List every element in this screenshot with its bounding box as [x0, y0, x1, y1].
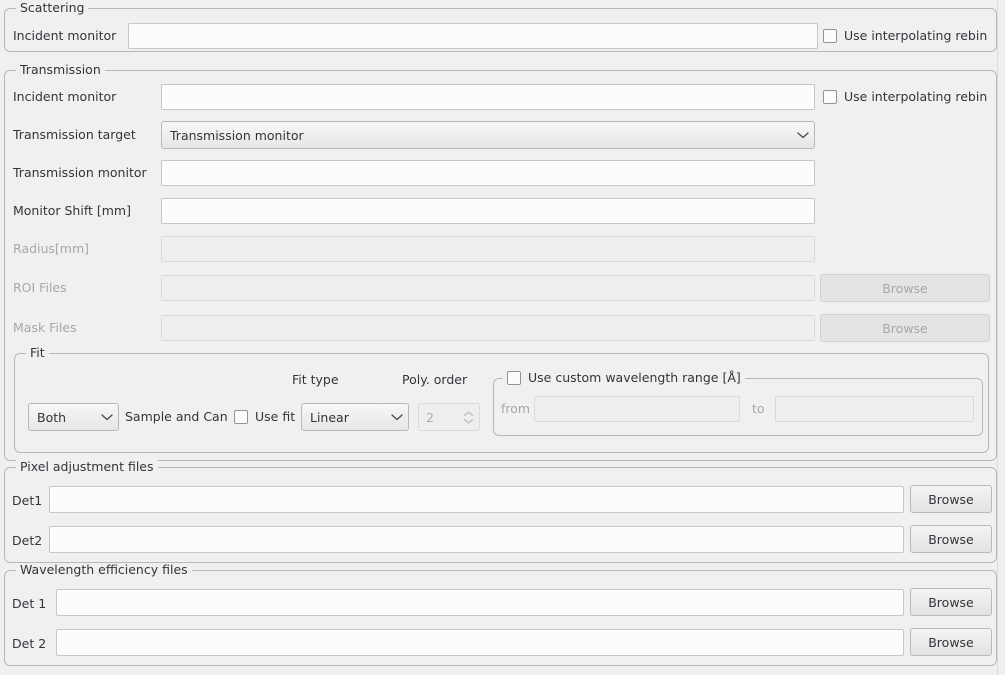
chevron-down-icon[interactable] — [96, 404, 118, 430]
scattering-group-title: Scattering — [16, 1, 88, 15]
scattering-incident-monitor-input[interactable] — [129, 24, 817, 48]
transmission-target-label: Transmission target — [13, 127, 136, 143]
browse-label: Browse — [928, 635, 974, 650]
poly-order-value: 2 — [419, 410, 457, 425]
wavelength-from-input — [535, 397, 739, 421]
monitor-shift-label: Monitor Shift [mm] — [13, 203, 131, 219]
wavelength-efficiency-det2-field[interactable] — [56, 629, 904, 656]
mask-files-input — [162, 316, 814, 340]
checkbox-unchecked-icon[interactable] — [234, 410, 248, 424]
mask-browse-label: Browse — [882, 321, 928, 336]
pixel-adjustment-det1-browse-button[interactable]: Browse — [910, 485, 992, 513]
fit-type-value: Linear — [302, 410, 386, 425]
pixel-adjustment-det1-field[interactable] — [49, 486, 904, 513]
roi-files-label: ROI Files — [13, 280, 67, 296]
roi-files-input — [162, 276, 814, 300]
wavelength-efficiency-det2-browse-button[interactable]: Browse — [910, 628, 992, 656]
fit-group-title: Fit — [26, 346, 49, 360]
wavelength-efficiency-files-group: Wavelength efficiency files Det 1 Browse… — [4, 570, 997, 666]
checkbox-unchecked-icon[interactable] — [823, 29, 837, 43]
fit-type-header: Fit type — [292, 372, 339, 388]
custom-wavelength-range-group: Use custom wavelength range [Å] from to — [493, 378, 983, 436]
pixel-adjustment-det2-label: Det2 — [12, 533, 42, 549]
poly-order-header: Poly. order — [402, 372, 467, 388]
fit-selection-value: Both — [29, 410, 96, 425]
use-fit-label: Use fit — [255, 409, 295, 425]
wavelength-efficiency-det1-label: Det 1 — [12, 596, 46, 612]
transmission-rebin-label: Use interpolating rebin — [844, 89, 987, 105]
fit-group: Fit Fit type Poly. order Both Sample and… — [14, 353, 989, 453]
roi-files-field — [161, 275, 815, 301]
pixel-adjustment-group-title: Pixel adjustment files — [16, 460, 158, 474]
transmission-incident-monitor-input[interactable] — [162, 85, 814, 109]
pixel-adjustment-files-group: Pixel adjustment files Det1 Browse Det2 … — [4, 467, 997, 563]
mask-files-label: Mask Files — [13, 320, 77, 336]
transmission-incident-monitor-label: Incident monitor — [13, 89, 116, 105]
spinbox-arrows-icon — [457, 404, 479, 430]
settings-panel: Scattering Incident monitor Use interpol… — [0, 0, 1005, 675]
scattering-incident-monitor-field[interactable] — [128, 23, 818, 49]
fit-type-combobox[interactable]: Linear — [301, 403, 409, 431]
transmission-target-combobox[interactable]: Transmission monitor — [161, 121, 815, 149]
transmission-group: Transmission Incident monitor Use interp… — [4, 70, 997, 461]
transmission-rebin-checkbox[interactable]: Use interpolating rebin — [823, 89, 987, 105]
poly-order-spinbox: 2 — [418, 403, 480, 431]
custom-wavelength-range-title: Use custom wavelength range [Å] — [528, 370, 741, 386]
sample-and-can-label: Sample and Can — [125, 409, 228, 425]
transmission-group-title: Transmission — [16, 63, 105, 77]
wavelength-efficiency-group-title: Wavelength efficiency files — [16, 563, 192, 577]
radius-field — [161, 236, 815, 262]
monitor-shift-input[interactable] — [162, 199, 814, 223]
browse-label: Browse — [928, 532, 974, 547]
browse-label: Browse — [928, 595, 974, 610]
wavelength-to-input — [776, 397, 973, 421]
pixel-adjustment-det2-browse-button[interactable]: Browse — [910, 525, 992, 553]
checkbox-unchecked-icon[interactable] — [507, 371, 521, 385]
mask-files-browse-button: Browse — [820, 314, 990, 342]
pixel-adjustment-det1-label: Det1 — [12, 493, 42, 509]
roi-files-browse-button: Browse — [820, 274, 990, 302]
wavelength-efficiency-det1-field[interactable] — [56, 589, 904, 616]
fit-selection-combobox[interactable]: Both — [28, 403, 119, 431]
wavelength-efficiency-det2-input[interactable] — [57, 630, 903, 655]
pixel-adjustment-det2-input[interactable] — [50, 527, 903, 552]
chevron-down-icon[interactable] — [386, 404, 408, 430]
wavelength-to-label: to — [752, 401, 765, 417]
radius-input — [162, 237, 814, 261]
browse-label: Browse — [928, 492, 974, 507]
wavelength-to-field — [775, 396, 974, 422]
scattering-group: Scattering Incident monitor Use interpol… — [4, 8, 997, 52]
monitor-shift-field[interactable] — [161, 198, 815, 224]
scattering-incident-monitor-label: Incident monitor — [13, 28, 116, 44]
chevron-down-icon[interactable] — [792, 122, 814, 148]
wavelength-from-label: from — [501, 401, 530, 417]
use-fit-checkbox[interactable]: Use fit — [234, 409, 295, 425]
transmission-incident-monitor-field[interactable] — [161, 84, 815, 110]
wavelength-efficiency-det1-browse-button[interactable]: Browse — [910, 588, 992, 616]
checkbox-unchecked-icon[interactable] — [823, 90, 837, 104]
scattering-rebin-label: Use interpolating rebin — [844, 28, 987, 44]
roi-browse-label: Browse — [882, 281, 928, 296]
transmission-monitor-label: Transmission monitor — [13, 165, 147, 181]
custom-wavelength-range-checkbox[interactable]: Use custom wavelength range [Å] — [503, 370, 745, 386]
wavelength-efficiency-det2-label: Det 2 — [12, 636, 46, 652]
pixel-adjustment-det2-field[interactable] — [49, 526, 904, 553]
mask-files-field — [161, 315, 815, 341]
wavelength-efficiency-det1-input[interactable] — [57, 590, 903, 615]
transmission-target-value: Transmission monitor — [162, 128, 792, 143]
scattering-rebin-checkbox[interactable]: Use interpolating rebin — [823, 28, 987, 44]
wavelength-from-field — [534, 396, 740, 422]
panel-right-edge — [997, 0, 1005, 675]
transmission-monitor-input[interactable] — [162, 161, 814, 185]
transmission-monitor-field[interactable] — [161, 160, 815, 186]
pixel-adjustment-det1-input[interactable] — [50, 487, 903, 512]
radius-label: Radius[mm] — [13, 241, 89, 257]
